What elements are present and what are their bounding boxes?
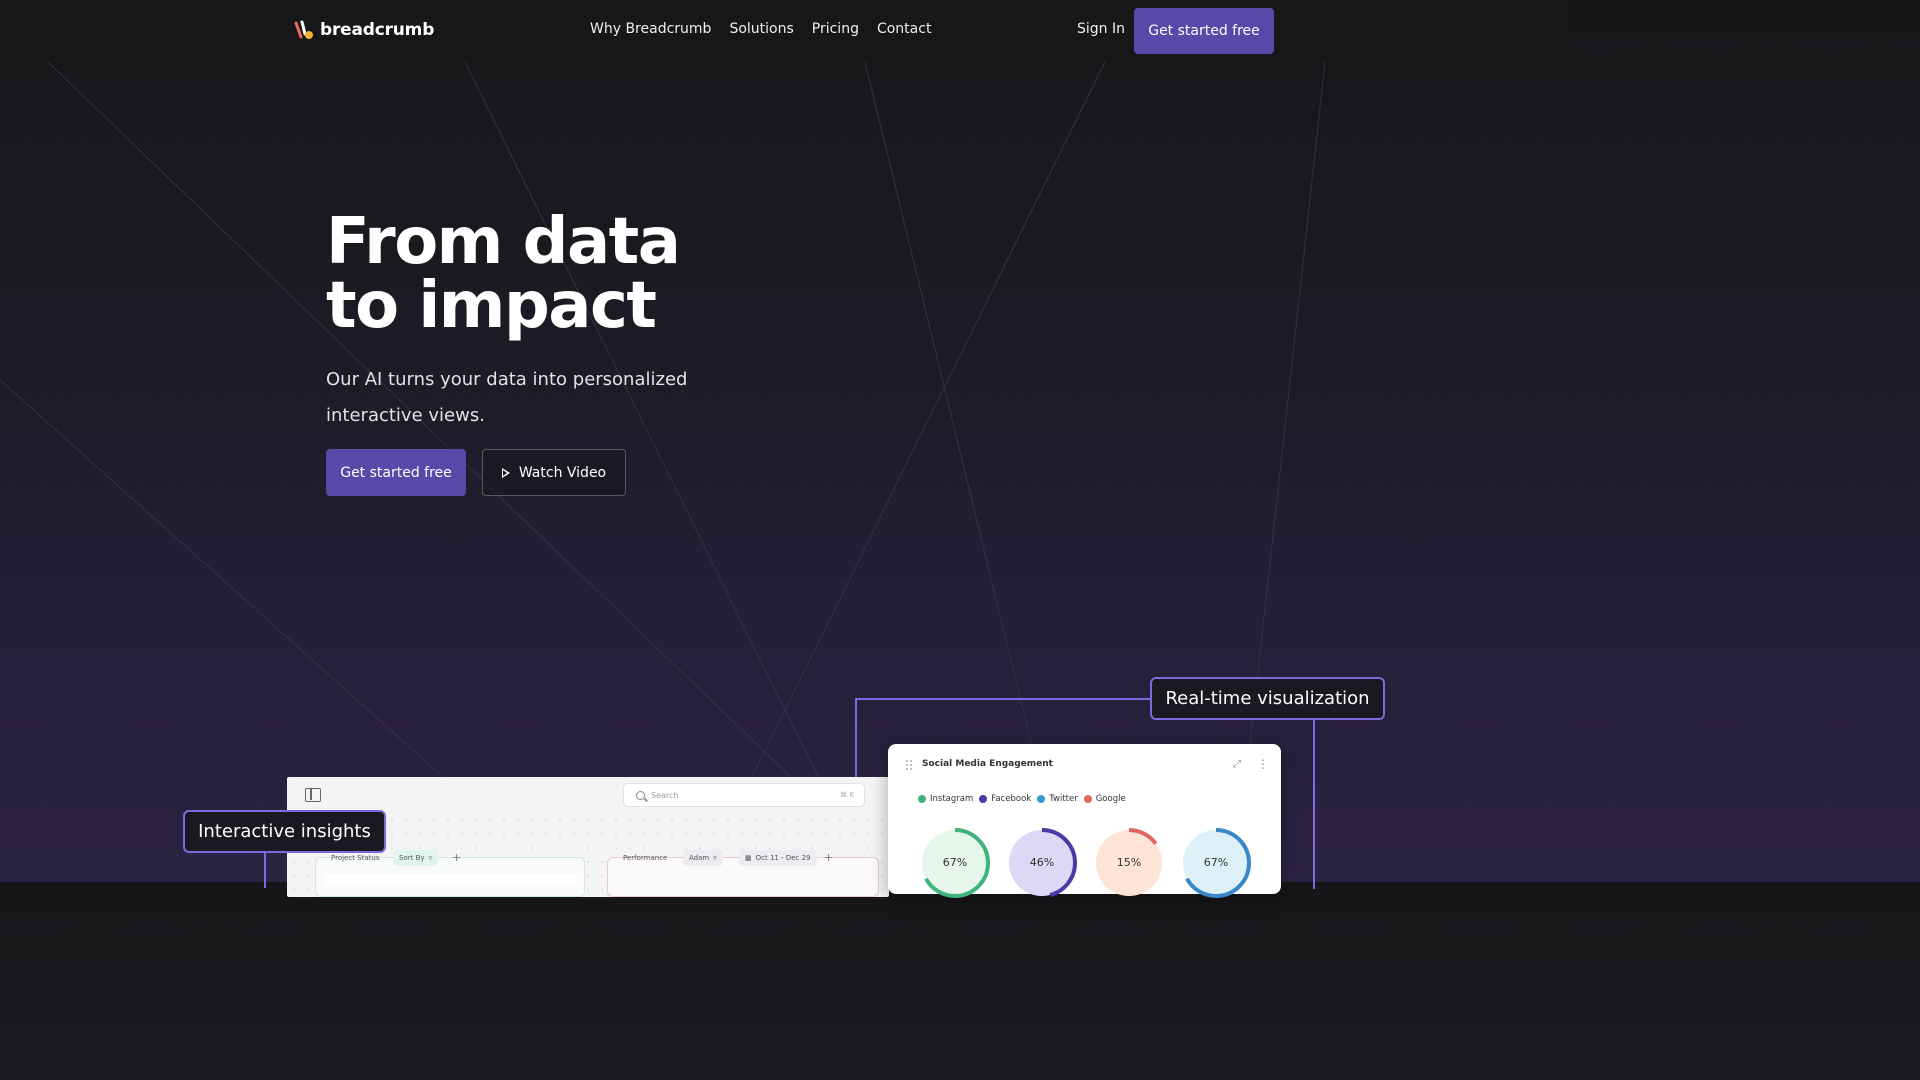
callout-interactive-insights: Interactive insights (183, 810, 386, 853)
nav-links: Why Breadcrumb Solutions Pricing Contact (590, 21, 931, 37)
legend-label: Facebook (991, 794, 1032, 804)
calendar-icon: ▦ (745, 854, 752, 862)
nav-link-contact[interactable]: Contact (877, 21, 931, 37)
nav-link-pricing[interactable]: Pricing (812, 21, 859, 37)
callout-real-time-visualization: Real-time visualization (1150, 677, 1385, 720)
add-icon[interactable]: + (824, 851, 833, 864)
legend-item-google: Google (1083, 794, 1126, 804)
legend-item-instagram: Instagram (918, 794, 973, 804)
date-range-label: Oct 11 - Dec 29 (755, 854, 811, 862)
hero-get-started-button[interactable]: Get started free (326, 449, 466, 496)
donut-value-label: 15% (1116, 856, 1142, 869)
sign-in-link[interactable]: Sign In (1077, 21, 1125, 37)
nav-link-why-breadcrumb[interactable]: Why Breadcrumb (590, 21, 711, 37)
legend-dot (1037, 795, 1046, 803)
legend-label: Google (1095, 794, 1126, 804)
donut-chart: 67% (1179, 826, 1253, 900)
add-icon[interactable]: + (452, 851, 461, 864)
donut-chart: 15% (1092, 826, 1166, 900)
legend-dot (979, 795, 988, 803)
hero-title: From data to impact (326, 210, 846, 338)
hero-title-line-1: From data (326, 205, 681, 279)
more-options-icon[interactable]: ⋮ (1257, 757, 1269, 771)
donut-value-label: 67% (1203, 856, 1229, 869)
expand-icon[interactable]: ⤢ (1233, 759, 1241, 770)
top-navbar: breadcrumb Why Breadcrumb Solutions Pric… (0, 0, 1568, 62)
search-shortcut: ⌘ K (840, 791, 854, 799)
search-placeholder: Search (651, 790, 679, 800)
brand-name: breadcrumb (320, 20, 435, 40)
hero-subtitle: Our AI turns your data into personalized… (326, 369, 688, 426)
panel-row (325, 874, 577, 884)
performance-label: Performance (623, 854, 668, 862)
user-dropdown[interactable]: Adam ▿ (683, 850, 723, 866)
hero-title-line-2: to impact (326, 269, 657, 343)
legend-item-facebook: Facebook (979, 794, 1031, 804)
donut-chart: 67% (918, 826, 992, 900)
watch-video-label: Watch Video (518, 464, 607, 481)
sort-by-label: Sort By (399, 854, 425, 862)
breadcrumb-logo-icon (294, 20, 313, 39)
search-input[interactable]: Search ⌘ K (623, 783, 865, 807)
chart-legend: Instagram Facebook Twitter Google (918, 794, 1126, 804)
donut-chart: 46% (1005, 826, 1079, 900)
play-icon (501, 467, 510, 478)
legend-dot (918, 795, 926, 803)
donut-value-label: 46% (1029, 856, 1055, 869)
sidebar-toggle-icon[interactable] (305, 788, 321, 802)
nav-link-solutions[interactable]: Solutions (729, 21, 793, 37)
chevron-down-icon: ▿ (428, 854, 433, 862)
callout-connector-left-down (264, 852, 266, 888)
user-dropdown-label: Adam (689, 854, 710, 862)
brand-logo[interactable]: breadcrumb (293, 19, 434, 41)
callout-connector-right-down (1313, 719, 1315, 889)
legend-item-twitter: Twitter (1037, 794, 1078, 804)
legend-label: Instagram (930, 794, 974, 804)
social-media-engagement-card: Social Media Engagement ⤢ ⋮ Instagram Fa… (888, 744, 1281, 898)
donut-value-label: 67% (942, 856, 968, 869)
chevron-down-icon: ▿ (713, 854, 717, 862)
search-icon (636, 790, 645, 800)
nav-get-started-button[interactable]: Get started free (1134, 8, 1274, 54)
legend-label: Twitter (1049, 794, 1078, 804)
background-lines (0, 61, 1326, 882)
card-title: Social Media Engagement (922, 759, 1053, 769)
date-range-picker[interactable]: ▦ Oct 11 - Dec 29 (739, 850, 817, 866)
watch-video-button[interactable]: Watch Video (482, 449, 626, 496)
legend-dot (1083, 795, 1092, 803)
drag-handle-icon[interactable] (905, 759, 913, 771)
sort-by-dropdown[interactable]: Sort By ▿ (393, 850, 439, 866)
